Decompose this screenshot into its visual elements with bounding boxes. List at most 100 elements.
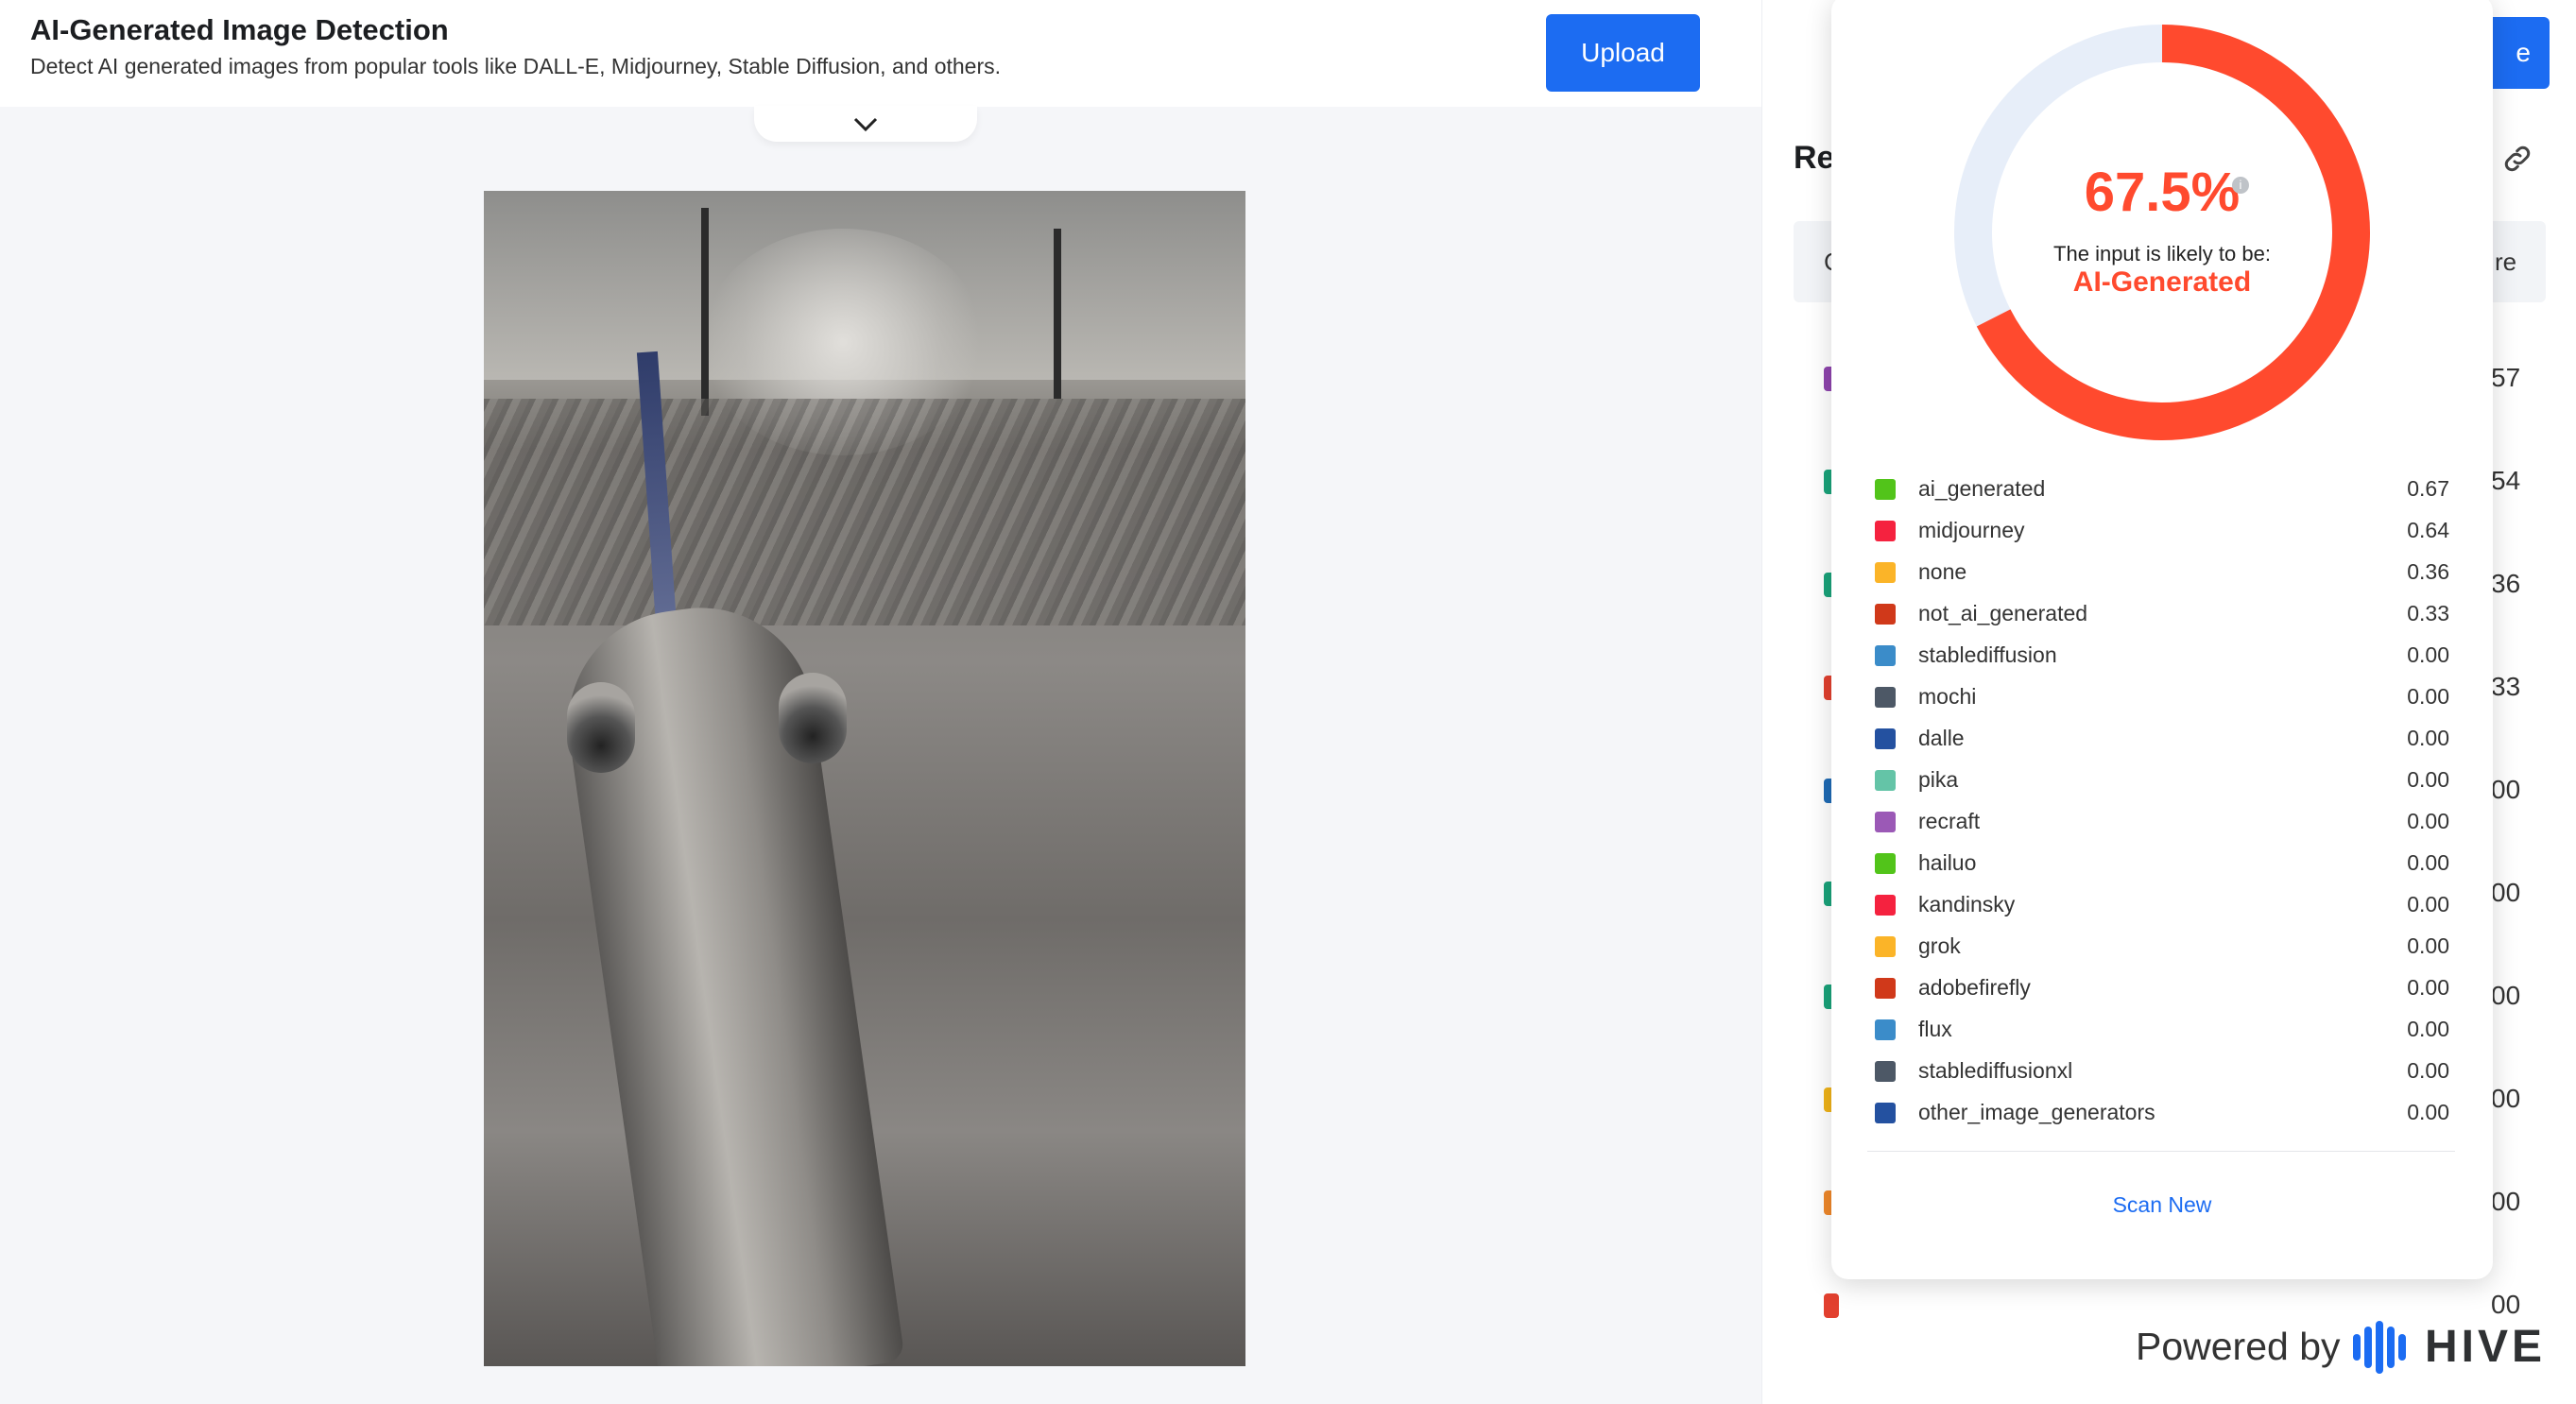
bg-row-score-fragment: 00 xyxy=(2491,1084,2521,1113)
score-row-other-image-generators: other_image_generators 0.00 xyxy=(1875,1096,2449,1138)
score-label: grok xyxy=(1918,933,1961,958)
score-swatch xyxy=(1875,728,1896,749)
verdict-label: AI-Generated xyxy=(2072,266,2252,298)
score-row-grok: grok 0.00 xyxy=(1875,930,2449,971)
image-light-pole xyxy=(1054,229,1061,399)
score-label: recraft xyxy=(1918,809,1981,833)
score-swatch xyxy=(1875,562,1896,583)
score-swatch xyxy=(1875,978,1896,999)
image-aircraft-engine xyxy=(779,673,847,763)
score-swatch xyxy=(1875,645,1896,666)
bg-row-score-fragment: 00 xyxy=(2491,775,2521,804)
score-label: pika xyxy=(1918,767,1959,792)
score-swatch xyxy=(1875,1103,1896,1123)
score-label: adobefirefly xyxy=(1918,975,2031,1000)
score-value: 0.00 xyxy=(2407,1017,2449,1041)
info-icon[interactable]: i xyxy=(2232,177,2249,194)
bg-row-score-fragment: 00 xyxy=(2491,1187,2521,1216)
score-swatch xyxy=(1875,895,1896,916)
score-swatch xyxy=(1875,853,1896,874)
score-row-dalle: dalle 0.00 xyxy=(1875,722,2449,763)
results-title-fragment: Re xyxy=(1794,140,1835,176)
score-value: 0.00 xyxy=(2407,684,2449,709)
score-value: 0.33 xyxy=(2407,601,2449,625)
bg-row-score-fragment: 54 xyxy=(2491,466,2521,495)
score-row-ai-generated: ai_generated 0.67 xyxy=(1875,472,2449,514)
confidence-donut xyxy=(1954,25,2370,440)
score-row-stablediffusionxl: stablediffusionxl 0.00 xyxy=(1875,1054,2449,1096)
bg-row-score-fragment: 33 xyxy=(2491,672,2521,701)
score-label: stablediffusion xyxy=(1918,642,2057,667)
score-row-kandinsky: kandinsky 0.00 xyxy=(1875,888,2449,930)
score-row-not-ai-generated: not_ai_generated 0.33 xyxy=(1875,597,2449,639)
page-header: AI-Generated Image Detection Detect AI g… xyxy=(0,0,1761,107)
image-debris xyxy=(484,399,1245,625)
page-title: AI-Generated Image Detection xyxy=(30,13,449,46)
link-icon[interactable] xyxy=(2500,142,2534,176)
score-value: 0.00 xyxy=(2407,933,2449,958)
score-value: 0.00 xyxy=(2407,642,2449,667)
score-value: 0.36 xyxy=(2407,559,2449,584)
likely-label: The input is likely to be: xyxy=(2053,242,2271,265)
score-swatch xyxy=(1875,479,1896,500)
score-label: hailuo xyxy=(1918,850,1977,875)
score-value: 0.00 xyxy=(2407,726,2449,750)
score-label: none xyxy=(1918,559,1967,584)
score-label: mochi xyxy=(1918,684,1977,709)
score-row-adobefirefly: adobefirefly 0.00 xyxy=(1875,971,2449,1013)
score-swatch xyxy=(1875,770,1896,791)
score-swatch xyxy=(1875,521,1896,541)
scan-new-button[interactable]: Scan New xyxy=(2079,1192,2245,1218)
score-row-hailuo: hailuo 0.00 xyxy=(1875,847,2449,888)
score-row-flux: flux 0.00 xyxy=(1875,1013,2449,1054)
score-value: 0.00 xyxy=(2407,850,2449,875)
score-label: flux xyxy=(1918,1017,1952,1041)
collapse-header-toggle[interactable] xyxy=(754,106,977,142)
bg-row-score-fragment: 36 xyxy=(2491,569,2521,598)
bg-row-color-dot xyxy=(1824,1293,1839,1318)
bg-row-score-fragment: 00 xyxy=(2491,981,2521,1010)
score-label: other_image_generators xyxy=(1918,1100,2155,1124)
score-row-none: none 0.36 xyxy=(1875,556,2449,597)
score-value: 0.00 xyxy=(2407,767,2449,792)
main-pane: AI-Generated Image Detection Detect AI g… xyxy=(0,0,1761,1404)
score-label: ai_generated xyxy=(1918,476,2046,501)
score-legend: ai_generated 0.67 midjourney 0.64 none 0.36 no… xyxy=(1875,472,2449,1138)
score-swatch xyxy=(1875,1019,1896,1040)
table-header-score-fragment: re xyxy=(2495,248,2517,276)
hive-logo-icon xyxy=(2353,1321,2406,1374)
score-label: not_ai_generated xyxy=(1918,601,2088,625)
score-row-stablediffusion: stablediffusion 0.00 xyxy=(1875,639,2449,680)
score-value: 0.00 xyxy=(2407,892,2449,916)
score-row-recraft: recraft 0.00 xyxy=(1875,805,2449,847)
score-label: midjourney xyxy=(1918,518,2025,542)
bg-row-score-fragment: 57 xyxy=(2491,363,2521,392)
score-value: 0.64 xyxy=(2407,518,2449,542)
powered-by-text: Powered by xyxy=(2136,1325,2341,1368)
legend-divider xyxy=(1867,1151,2455,1152)
score-value: 0.00 xyxy=(2407,1058,2449,1083)
score-row-mochi: mochi 0.00 xyxy=(1875,680,2449,722)
bg-row-score-fragment: 00 xyxy=(2491,1290,2521,1319)
score-swatch xyxy=(1875,1061,1896,1082)
image-light-pole xyxy=(701,208,709,416)
score-value: 0.00 xyxy=(2407,1100,2449,1124)
image-aircraft-engine xyxy=(567,682,635,773)
score-row-pika: pika 0.00 xyxy=(1875,763,2449,805)
score-value: 0.67 xyxy=(2407,476,2449,501)
score-swatch xyxy=(1875,604,1896,625)
confidence-percent: 67.5% xyxy=(2084,162,2241,223)
score-value: 0.00 xyxy=(2407,975,2449,1000)
upload-button[interactable]: Upload xyxy=(1546,14,1700,92)
score-value: 0.00 xyxy=(2407,809,2449,833)
score-label: dalle xyxy=(1918,726,1965,750)
score-swatch xyxy=(1875,936,1896,957)
page-subtitle: Detect AI generated images from popular … xyxy=(30,54,1002,78)
hive-brand[interactable]: HIVE xyxy=(2425,1321,2546,1373)
score-label: stablediffusionxl xyxy=(1918,1058,2073,1083)
score-swatch xyxy=(1875,687,1896,708)
score-label: kandinsky xyxy=(1918,892,2016,916)
uploaded-image-preview xyxy=(484,191,1245,1366)
score-swatch xyxy=(1875,812,1896,832)
score-row-midjourney: midjourney 0.64 xyxy=(1875,514,2449,556)
